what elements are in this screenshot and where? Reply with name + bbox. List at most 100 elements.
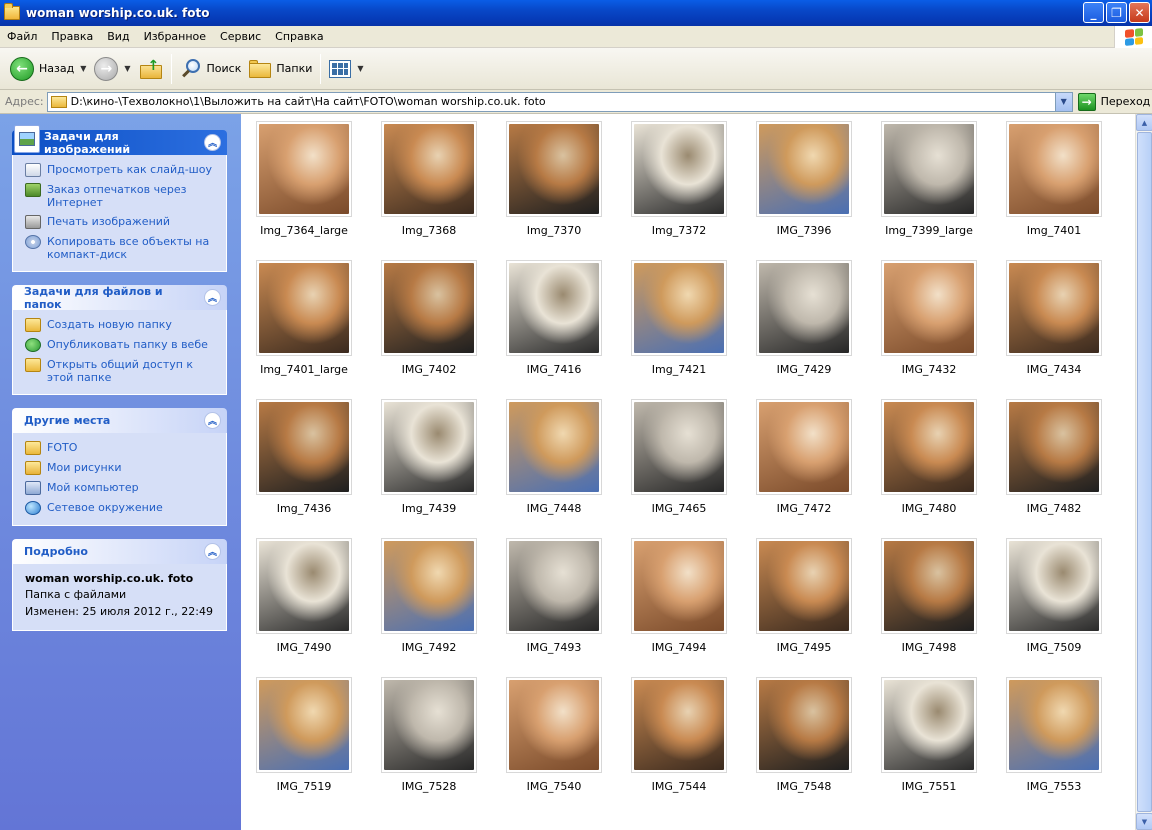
photo-thumbnail-image <box>1009 402 1099 492</box>
task-label: Просмотреть как слайд-шоу <box>47 163 212 176</box>
thumbnail-item[interactable]: IMG_7416 <box>506 260 602 376</box>
back-button[interactable]: ← Назад ▼ <box>6 52 90 86</box>
thumbnail-item[interactable]: IMG_7551 <box>881 677 977 793</box>
place-my-computer[interactable]: Мой компьютер <box>25 481 216 495</box>
vertical-scrollbar[interactable]: ▲ ▼ <box>1135 114 1152 830</box>
details-panel: Подробно ︽ woman worship.co.uk. foto Пап… <box>12 539 227 631</box>
thumbnail-item[interactable]: IMG_7544 <box>631 677 727 793</box>
task-new-folder[interactable]: Создать новую папку <box>25 318 216 332</box>
file-tasks-header[interactable]: Задачи для файлов и папок ︽ <box>12 285 227 311</box>
thumbnail-item[interactable]: Img_7421 <box>631 260 727 376</box>
maximize-button[interactable]: ❐ <box>1106 2 1127 23</box>
up-button[interactable]: ↑ <box>135 52 167 86</box>
thumbnail-filename: IMG_7432 <box>901 363 957 376</box>
go-button[interactable]: → Переход <box>1077 92 1151 111</box>
address-path[interactable]: D:\кино-\Техволокно\1\Выложить на сайт\Н… <box>71 95 546 108</box>
thumbnail-item[interactable]: IMG_7548 <box>756 677 852 793</box>
thumbnail-item[interactable]: IMG_7509 <box>1006 538 1102 654</box>
thumbnail-item[interactable]: IMG_7494 <box>631 538 727 654</box>
task-publish-web[interactable]: Опубликовать папку в вебе <box>25 338 216 352</box>
thumbnail-item[interactable]: IMG_7493 <box>506 538 602 654</box>
task-label: Создать новую папку <box>47 318 172 331</box>
search-button[interactable]: Поиск <box>176 52 246 86</box>
thumbnail-item[interactable]: IMG_7528 <box>381 677 477 793</box>
close-button[interactable]: ✕ <box>1129 2 1150 23</box>
task-order-prints[interactable]: Заказ отпечатков через Интернет <box>25 183 216 209</box>
thumbnail-item[interactable]: IMG_7490 <box>256 538 352 654</box>
forward-button[interactable]: → ▼ <box>90 52 134 86</box>
thumbnail-item[interactable]: Img_7370 <box>506 121 602 237</box>
menu-tools[interactable]: Сервис <box>213 30 268 43</box>
task-print[interactable]: Печать изображений <box>25 215 216 229</box>
scrollbar-thumb[interactable] <box>1137 132 1152 812</box>
thumbnail-filename: IMG_7480 <box>901 502 957 515</box>
folders-label: Папки <box>276 62 313 75</box>
menu-view[interactable]: Вид <box>100 30 136 43</box>
image-tasks-header[interactable]: Задачи для изображений ︽ <box>12 125 227 156</box>
thumbnail-item[interactable]: IMG_7480 <box>881 399 977 515</box>
forward-dropdown-icon[interactable]: ▼ <box>124 64 130 73</box>
thumbnail-frame <box>1006 677 1102 773</box>
thumbnail-item[interactable]: IMG_7402 <box>381 260 477 376</box>
task-share-folder[interactable]: Открыть общий доступ к этой папке <box>25 358 216 384</box>
menu-bar: Файл Правка Вид Избранное Сервис Справка <box>0 26 1152 48</box>
thumbnail-item[interactable]: Img_7401_large <box>256 260 352 376</box>
thumbnail-item[interactable]: IMG_7519 <box>256 677 352 793</box>
task-copy-to-cd[interactable]: Копировать все объекты на компакт-диск <box>25 235 216 261</box>
menu-help[interactable]: Справка <box>268 30 330 43</box>
place-foto[interactable]: FOTO <box>25 441 216 455</box>
windows-logo-icon <box>1114 26 1152 48</box>
thumbnail-item[interactable]: IMG_7492 <box>381 538 477 654</box>
photo-thumbnail-image <box>509 402 599 492</box>
views-button[interactable]: ▼ <box>325 52 367 86</box>
thumbnail-frame <box>631 260 727 356</box>
place-label: Мой компьютер <box>47 481 139 494</box>
minimize-button[interactable]: _ <box>1083 2 1104 23</box>
other-places-title: Другие места <box>24 414 111 427</box>
views-dropdown-icon[interactable]: ▼ <box>357 64 363 73</box>
thumbnail-item[interactable]: IMG_7482 <box>1006 399 1102 515</box>
collapse-chevron-icon[interactable]: ︽ <box>204 543 221 560</box>
place-my-pictures[interactable]: Мои рисунки <box>25 461 216 475</box>
menu-favorites[interactable]: Избранное <box>137 30 213 43</box>
address-input[interactable]: D:\кино-\Техволокно\1\Выложить на сайт\Н… <box>46 91 1073 112</box>
collapse-chevron-icon[interactable]: ︽ <box>204 134 221 151</box>
thumbnail-item[interactable]: IMG_7434 <box>1006 260 1102 376</box>
scroll-up-button[interactable]: ▲ <box>1136 114 1152 131</box>
thumbnail-item[interactable]: IMG_7465 <box>631 399 727 515</box>
details-header[interactable]: Подробно ︽ <box>12 539 227 564</box>
thumbnail-frame <box>256 538 352 634</box>
collapse-chevron-icon[interactable]: ︽ <box>204 289 221 306</box>
scroll-down-button[interactable]: ▼ <box>1136 813 1152 830</box>
thumbnail-item[interactable]: IMG_7553 <box>1006 677 1102 793</box>
thumbnail-item[interactable]: Img_7439 <box>381 399 477 515</box>
thumbnail-frame <box>381 260 477 356</box>
thumbnail-item[interactable]: IMG_7429 <box>756 260 852 376</box>
thumbnail-item[interactable]: Img_7364_large <box>256 121 352 237</box>
task-slideshow[interactable]: Просмотреть как слайд-шоу <box>25 163 216 177</box>
menu-file[interactable]: Файл <box>0 30 44 43</box>
folders-button[interactable]: Папки <box>245 52 316 86</box>
other-places-header[interactable]: Другие места ︽ <box>12 408 227 433</box>
thumbnail-item[interactable]: IMG_7472 <box>756 399 852 515</box>
thumbnail-item[interactable]: IMG_7448 <box>506 399 602 515</box>
thumbnail-filename: Img_7421 <box>651 363 707 376</box>
collapse-chevron-icon[interactable]: ︽ <box>204 412 221 429</box>
thumbnail-item[interactable]: Img_7372 <box>631 121 727 237</box>
title-bar[interactable]: woman worship.co.uk. foto _ ❐ ✕ <box>0 0 1152 26</box>
thumbnail-item[interactable]: Img_7436 <box>256 399 352 515</box>
photo-thumbnail-image <box>759 263 849 353</box>
thumbnail-item[interactable]: Img_7368 <box>381 121 477 237</box>
thumbnail-item[interactable]: IMG_7498 <box>881 538 977 654</box>
thumbnail-item[interactable]: Img_7401 <box>1006 121 1102 237</box>
menu-edit[interactable]: Правка <box>44 30 100 43</box>
thumbnail-item[interactable]: IMG_7495 <box>756 538 852 654</box>
place-network[interactable]: Сетевое окружение <box>25 501 216 515</box>
thumbnail-item[interactable]: IMG_7432 <box>881 260 977 376</box>
go-label: Переход <box>1100 95 1151 108</box>
thumbnail-item[interactable]: IMG_7540 <box>506 677 602 793</box>
back-dropdown-icon[interactable]: ▼ <box>80 64 86 73</box>
address-dropdown-button[interactable]: ▼ <box>1054 92 1072 111</box>
thumbnail-item[interactable]: Img_7399_large <box>881 121 977 237</box>
thumbnail-item[interactable]: IMG_7396 <box>756 121 852 237</box>
